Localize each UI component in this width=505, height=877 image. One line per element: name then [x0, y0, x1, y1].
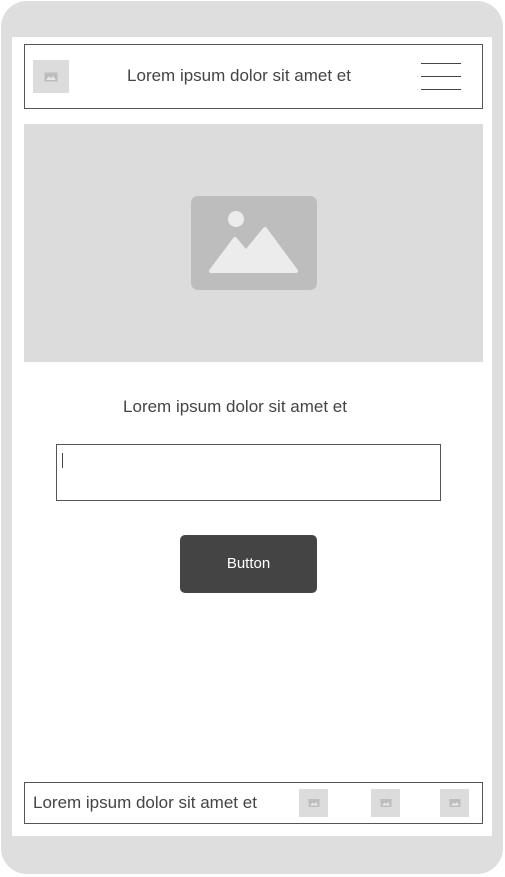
header-title: Lorem ipsum dolor sit amet et	[127, 66, 351, 85]
footer-text: Lorem ipsum dolor sit amet et	[33, 793, 257, 812]
text-input[interactable]	[56, 444, 441, 501]
header-image-icon	[33, 60, 69, 93]
text-caret	[62, 453, 63, 468]
footer-image-icon[interactable]	[299, 789, 328, 817]
primary-button[interactable]: Button	[180, 535, 317, 593]
footer-bar: Lorem ipsum dolor sit amet et	[24, 782, 483, 824]
hero-image	[24, 124, 483, 362]
hamburger-line	[421, 76, 461, 77]
footer-image-icon[interactable]	[440, 789, 469, 817]
footer-image-icon[interactable]	[371, 789, 400, 817]
hamburger-line	[421, 89, 461, 90]
hamburger-line	[421, 63, 461, 64]
hamburger-menu-icon[interactable]	[421, 62, 461, 90]
header-bar: Lorem ipsum dolor sit amet et	[24, 44, 483, 109]
image-placeholder-icon	[191, 196, 317, 290]
content-text: Lorem ipsum dolor sit amet et	[123, 397, 347, 416]
